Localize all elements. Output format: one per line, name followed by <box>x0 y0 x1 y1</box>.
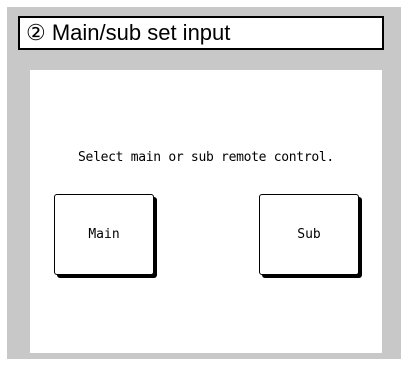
page-title: ② Main/sub set input <box>18 16 384 50</box>
remote-control-screen: Select main or sub remote control. Main … <box>30 70 382 353</box>
main-button[interactable]: Main <box>54 194 154 275</box>
sub-button[interactable]: Sub <box>259 194 359 275</box>
instruction-text: Select main or sub remote control. <box>78 150 334 165</box>
